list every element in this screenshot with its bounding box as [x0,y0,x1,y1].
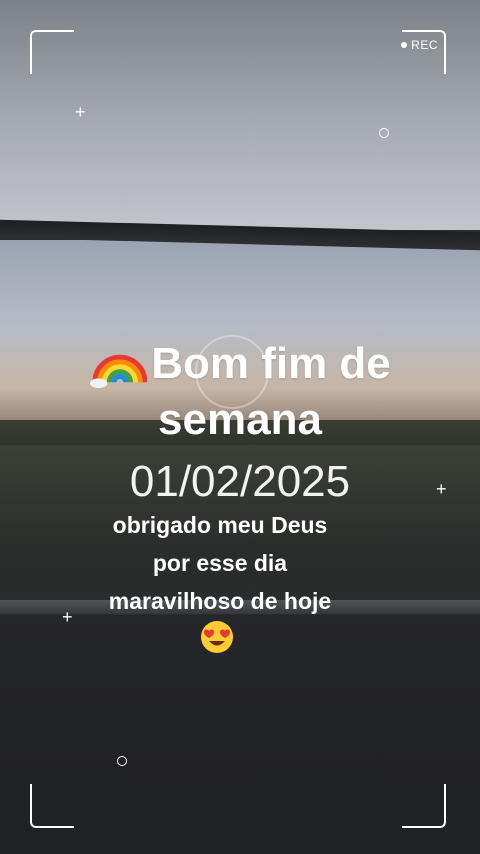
date-text: 01/02/2025 [129,457,351,506]
circle-marker-icon [379,128,389,138]
frame-corner-bottom-right [402,784,446,828]
frame-corner-top-right [402,30,446,74]
circle-marker-icon [117,756,127,766]
heart-eyes-emoji-icon [201,621,233,653]
greeting-title-text: Bom fim de semana [151,339,391,444]
rec-dot-icon [401,42,408,48]
greeting-title: Bom fim de semana [60,332,420,448]
rec-indicator: REC [401,38,438,52]
frame-corner-top-left [30,30,74,74]
rainbow-icon [90,354,148,389]
message-text: obrigado meu Deus por esse dia maravilho… [60,506,380,620]
rec-label: REC [411,38,438,52]
message-line: por esse dia [152,550,288,576]
plus-marker-icon: + [75,102,86,122]
frame-corner-bottom-left [30,784,74,828]
message-line: obrigado meu Deus [112,512,328,538]
message-line: maravilhoso de hoje [108,588,332,614]
